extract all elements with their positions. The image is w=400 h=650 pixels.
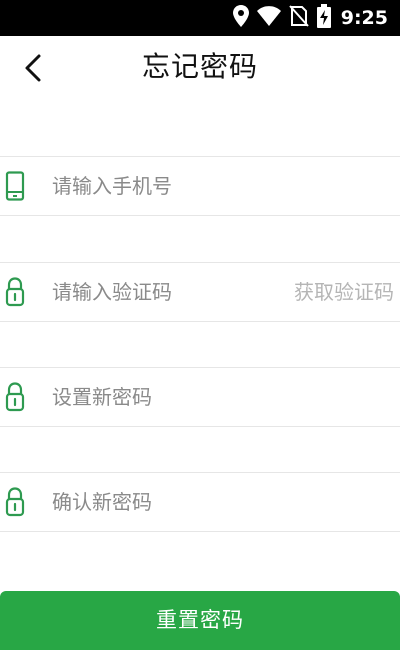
phone-input[interactable] [52,157,272,215]
new-password-field-row [0,367,400,427]
battery-charging-icon [316,4,331,32]
new-password-input[interactable] [52,368,272,426]
location-icon [232,5,249,31]
code-field-row: 获取验证码 [0,262,400,322]
reset-password-button[interactable]: 重置密码 [0,591,400,650]
back-button[interactable] [22,50,62,86]
wifi-icon [256,6,281,30]
lock-icon [4,486,26,518]
verification-code-input[interactable] [52,263,272,321]
phone-icon [4,170,26,202]
get-code-button[interactable]: 获取验证码 [294,263,394,321]
confirm-password-field-row [0,472,400,532]
status-icons: 9:25 [232,0,388,36]
nav-bar: 忘记密码 [0,36,400,98]
status-time: 9:25 [340,7,388,29]
chevron-left-icon [25,54,41,82]
phone-field-row [0,156,400,216]
no-sim-icon [288,5,309,31]
status-bar: 9:25 [0,0,400,36]
lock-icon [4,381,26,413]
lock-icon [4,276,26,308]
confirm-password-input[interactable] [52,473,272,531]
